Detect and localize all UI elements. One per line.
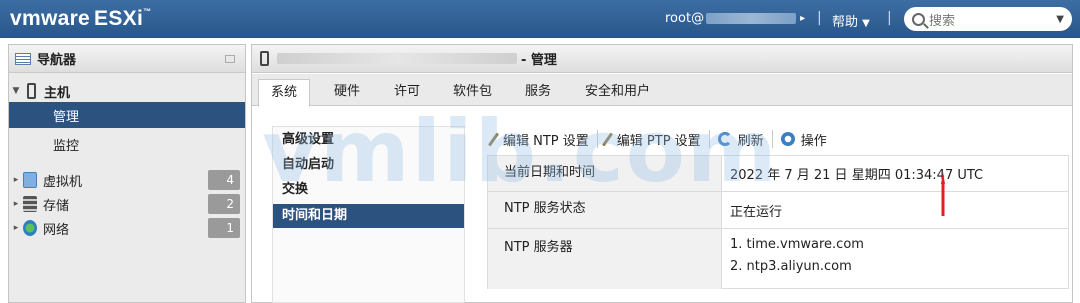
ntp-server-1: 1. time.vmware.com — [730, 237, 864, 252]
tab-hardware[interactable]: 硬件 — [322, 79, 372, 106]
toolbar-divider — [771, 130, 773, 148]
refresh-label: 刷新 — [737, 133, 764, 149]
toolbar: 编辑 NTP 设置 编辑 PTP 设置 刷新 操作 — [487, 129, 827, 149]
edit-ntp-label: 编辑 NTP 设置 — [503, 133, 589, 149]
navigator-panel: 导航器 ▼ 主机 管理 监控 ▸ 虚拟机 4 ▸ 存储 2 ▸ 网络 1 — [8, 44, 246, 303]
count-badge: 4 — [208, 170, 240, 190]
expand-arrow-icon[interactable]: ▸ — [9, 223, 23, 233]
count-badge: 2 — [208, 194, 240, 214]
side-item-swap[interactable]: 交换 — [273, 178, 464, 202]
expand-arrow-icon[interactable]: ▸ — [9, 199, 23, 209]
expand-arrow-icon[interactable]: ▼ — [9, 86, 23, 96]
user-label: root@ — [665, 11, 705, 26]
top-header: vmware ESXi™ root@ ▸ | 帮助 ▼ | 搜索 ▼ — [0, 0, 1080, 38]
nav-host-label: 主机 — [44, 85, 71, 101]
chevron-down-icon: ▸ — [800, 13, 806, 24]
toolbar-divider — [708, 130, 710, 148]
help-label: 帮助 — [832, 15, 859, 30]
gear-icon — [780, 132, 795, 146]
logo-brand: vmware — [10, 7, 91, 30]
search-placeholder: 搜索 — [929, 13, 956, 29]
nav-item-label: 管理 — [53, 109, 80, 125]
host-icon — [260, 51, 269, 66]
table-row: 当前日期和时间 2022 年 7 月 21 日 星期四 01:34:47 UTC — [488, 156, 1068, 192]
navigator-icon — [15, 52, 31, 65]
count-badge: 1 — [208, 218, 240, 238]
tab-security-users[interactable]: 安全和用户 — [573, 79, 662, 106]
nav-group-storage[interactable]: ▸ 存储 2 — [9, 191, 245, 217]
storage-icon — [23, 196, 37, 212]
nav-group-vms[interactable]: ▸ 虚拟机 4 — [9, 167, 245, 193]
chevron-down-icon[interactable]: ▼ — [1056, 14, 1064, 25]
redacted-hostname — [706, 13, 797, 24]
red-arrow-annotation — [941, 172, 945, 216]
nav-group-label: 存储 — [43, 198, 70, 214]
tab-license[interactable]: 许可 — [382, 79, 432, 106]
table-row: NTP 服务器 1. time.vmware.com 2. ntp3.aliyu… — [488, 229, 1068, 289]
current-datetime: 2022 年 7 月 21 日 星期四 01:34:47 UTC — [730, 168, 984, 183]
nav-item-monitor[interactable]: 监控 — [9, 131, 245, 157]
tab-packages[interactable]: 软件包 — [441, 79, 504, 106]
table-row: NTP 服务状态 正在运行 — [488, 192, 1068, 229]
user-menu[interactable]: root@ ▸ — [665, 11, 805, 26]
tab-system[interactable]: 系统 — [258, 79, 311, 107]
row-key: NTP 服务状态 — [488, 192, 722, 228]
actions-button[interactable]: 操作 — [780, 130, 827, 149]
tab-services[interactable]: 服务 — [513, 79, 563, 106]
host-icon — [27, 83, 36, 99]
system-side-menu: 高级设置 自动启动 交换 时间和日期 — [272, 126, 465, 303]
collapse-panel-icon[interactable] — [225, 54, 235, 63]
nav-group-label: 网络 — [43, 222, 70, 238]
edit-ptp-label: 编辑 PTP 设置 — [616, 133, 701, 149]
side-item-advanced[interactable]: 高级设置 — [273, 128, 464, 152]
side-item-time-date[interactable]: 时间和日期 — [273, 204, 464, 228]
chevron-down-icon: ▼ — [862, 18, 870, 29]
search-input[interactable]: 搜索 ▼ — [904, 7, 1072, 31]
actions-label: 操作 — [800, 133, 827, 149]
redacted-hostname — [277, 53, 517, 64]
refresh-button[interactable]: 刷新 — [717, 130, 764, 149]
tab-bar: 系统 硬件 许可 软件包 服务 安全和用户 — [252, 74, 1072, 107]
nav-host[interactable]: ▼ 主机 — [9, 78, 245, 104]
network-icon — [23, 220, 37, 236]
nav-group-label: 虚拟机 — [43, 174, 83, 190]
navigator-title: 导航器 — [37, 53, 77, 68]
side-item-autostart[interactable]: 自动启动 — [273, 153, 464, 177]
edit-ptp-button[interactable]: 编辑 PTP 设置 — [601, 130, 701, 149]
main-title: - 管理 — [521, 53, 557, 68]
edit-ntp-button[interactable]: 编辑 NTP 设置 — [487, 130, 589, 149]
ntp-status: 正在运行 — [730, 205, 783, 220]
header-divider: | — [817, 10, 822, 26]
vmware-logo: vmware ESXi™ — [10, 7, 152, 30]
search-icon — [912, 12, 925, 26]
logo-product: ESXi — [94, 7, 144, 30]
time-settings-table: 当前日期和时间 2022 年 7 月 21 日 星期四 01:34:47 UTC… — [487, 155, 1069, 289]
navigator-header: 导航器 — [9, 45, 245, 73]
toolbar-divider — [596, 130, 598, 148]
nav-group-network[interactable]: ▸ 网络 1 — [9, 215, 245, 241]
row-key: NTP 服务器 — [488, 229, 722, 289]
header-divider: | — [887, 10, 892, 26]
pencil-icon — [601, 131, 613, 147]
main-header: - 管理 — [252, 45, 1072, 73]
help-menu[interactable]: 帮助 ▼ — [832, 11, 870, 30]
vm-icon — [23, 172, 37, 188]
row-key: 当前日期和时间 — [488, 156, 722, 191]
nav-item-manage[interactable]: 管理 — [9, 102, 245, 128]
expand-arrow-icon[interactable]: ▸ — [9, 175, 23, 185]
ntp-server-2: 2. ntp3.aliyun.com — [730, 259, 852, 274]
nav-item-label: 监控 — [53, 138, 80, 154]
refresh-icon — [717, 132, 732, 146]
